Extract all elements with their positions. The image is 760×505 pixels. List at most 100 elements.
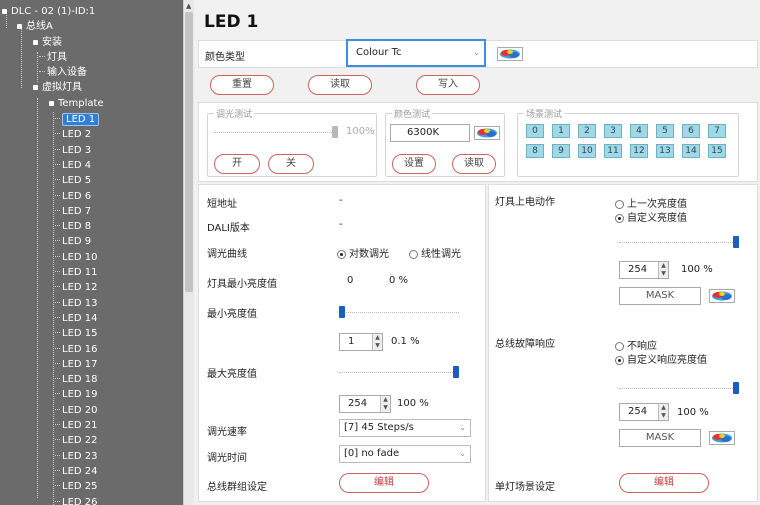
failure-mask-field[interactable]: MASK <box>619 429 701 447</box>
dim-on-button[interactable]: 开 <box>214 154 260 174</box>
power-custom-radio[interactable]: 自定义亮度值 <box>615 209 687 224</box>
scene-button[interactable]: 0 <box>526 124 544 138</box>
radio-icon <box>615 341 624 351</box>
write-button[interactable]: 写入 <box>416 75 480 95</box>
scene-button[interactable]: 12 <box>630 144 648 158</box>
tree-node-virtual[interactable]: 虚拟灯具 <box>33 80 82 95</box>
scene-button[interactable]: 11 <box>604 144 622 158</box>
color-wheel-icon[interactable] <box>709 289 735 303</box>
power-last-radio[interactable]: 上一次亮度值 <box>615 195 687 210</box>
tree-node-root[interactable]: DLC - 02 (1)-ID:1 <box>2 4 95 19</box>
read-button[interactable]: 读取 <box>308 75 372 95</box>
tree-item-led[interactable]: LED 12 <box>55 280 98 295</box>
min-level-slider[interactable] <box>339 306 345 318</box>
reset-button[interactable]: 重置 <box>210 75 274 95</box>
tree-item-led[interactable]: LED 9 <box>55 234 91 249</box>
tree-item-led[interactable]: LED 20 <box>55 403 98 418</box>
tree-item-led[interactable]: LED 16 <box>55 342 98 357</box>
tree-item-led[interactable]: LED 25 <box>55 479 98 494</box>
tree-item-led[interactable]: LED 18 <box>55 372 98 387</box>
scene-button[interactable]: 14 <box>682 144 700 158</box>
failure-none-radio[interactable]: 不响应 <box>615 337 657 352</box>
max-level-input[interactable]: 254 ▲ ▼ <box>339 395 391 413</box>
color-type-select[interactable]: Colour Tc ⌄ <box>346 39 486 67</box>
config-right: 灯具上电动作 上一次亮度值 自定义亮度值 254 ▲ ▼ 100 % MASK 总线… <box>488 184 758 502</box>
tree-item-led[interactable]: LED 13 <box>55 296 98 311</box>
tree-item-led[interactable]: LED 4 <box>55 158 91 173</box>
tree-item-led[interactable]: LED 10 <box>55 250 98 265</box>
device-tree[interactable]: DLC - 02 (1)-ID:1 总线A 安装 灯具 输入设备 虚拟灯具 Te… <box>0 0 183 505</box>
short-address-value: - <box>339 195 343 206</box>
scene-button[interactable]: 9 <box>552 144 570 158</box>
power-level-slider[interactable] <box>733 236 739 248</box>
color-wheel-icon[interactable] <box>474 126 500 140</box>
color-read-button[interactable]: 读取 <box>452 154 496 174</box>
spin-arrows-icon[interactable]: ▲ ▼ <box>658 404 668 420</box>
tree-item-led[interactable]: LED 15 <box>55 326 98 341</box>
scene-button[interactable]: 5 <box>656 124 674 138</box>
scrollbar-thumb[interactable] <box>185 12 193 292</box>
tree-item-led[interactable]: LED 22 <box>55 433 98 448</box>
tree-bullet-icon <box>17 23 22 29</box>
min-level-input[interactable]: 1 ▲ ▼ <box>339 333 383 351</box>
curve-linear-radio[interactable]: 线性调光 <box>409 245 461 260</box>
fade-rate-select[interactable]: [7] 45 Steps/s ⌄ <box>339 419 471 437</box>
scene-button[interactable]: 6 <box>682 124 700 138</box>
scene-button[interactable]: 13 <box>656 144 674 158</box>
color-wheel-icon[interactable] <box>709 431 735 445</box>
tree-item-led[interactable]: LED 17 <box>55 357 98 372</box>
tree-item-led[interactable]: LED 24 <box>55 464 98 479</box>
tree-item-led[interactable]: LED 23 <box>55 449 98 464</box>
tree-node-input[interactable]: 输入设备 <box>39 65 87 80</box>
dim-off-button[interactable]: 关 <box>268 154 314 174</box>
scene-button[interactable]: 7 <box>708 124 726 138</box>
max-level-slider[interactable] <box>453 366 459 378</box>
tree-item-led[interactable]: LED 2 <box>55 127 91 142</box>
failure-level-input[interactable]: 254 ▲ ▼ <box>619 403 669 421</box>
tree-node-fixture[interactable]: 灯具 <box>39 50 67 65</box>
tree-item-led[interactable]: LED 19 <box>55 387 98 402</box>
fade-time-select[interactable]: [0] no fade ⌄ <box>339 445 471 463</box>
scene-button[interactable]: 15 <box>708 144 726 158</box>
scroll-up-icon[interactable]: ▲ <box>186 2 191 10</box>
scene-button[interactable]: 8 <box>526 144 544 158</box>
scene-button[interactable]: 4 <box>630 124 648 138</box>
curve-log-radio[interactable]: 对数调光 <box>337 245 389 260</box>
power-mask-field[interactable]: MASK <box>619 287 701 305</box>
failure-level-slider[interactable] <box>733 382 739 394</box>
tree-node-install[interactable]: 安装 <box>33 35 62 50</box>
dim-test-percent: 100% <box>346 126 375 137</box>
tree-scrollbar[interactable]: ▲ <box>183 0 194 505</box>
chevron-down-icon: ⌄ <box>459 423 466 432</box>
spin-arrows-icon[interactable]: ▲ ▼ <box>658 262 668 278</box>
scene-button[interactable]: 10 <box>578 144 596 158</box>
scene-button[interactable]: 3 <box>604 124 622 138</box>
tree-item-led[interactable]: LED 3 <box>55 143 91 158</box>
power-level-input[interactable]: 254 ▲ ▼ <box>619 261 669 279</box>
spin-arrows-icon[interactable]: ▲ ▼ <box>380 396 390 412</box>
color-type-row: 颜色类型 Colour Tc ⌄ <box>198 39 758 68</box>
tree-item-led[interactable]: LED 26 <box>55 495 98 505</box>
tree-item-led[interactable]: LED 6 <box>55 189 91 204</box>
tree-node-bus[interactable]: 总线A <box>17 19 53 34</box>
tree-item-led[interactable]: LED 8 <box>55 219 91 234</box>
dim-test-slider[interactable] <box>332 126 338 138</box>
color-set-button[interactable]: 设置 <box>392 154 436 174</box>
scene-button[interactable]: 2 <box>578 124 596 138</box>
tree-item-led[interactable]: LED 14 <box>55 311 98 326</box>
scene-button[interactable]: 1 <box>552 124 570 138</box>
tree-item-led[interactable]: LED 5 <box>55 173 91 188</box>
tree-item-led[interactable]: LED 21 <box>55 418 98 433</box>
scene-edit-button[interactable]: 编辑 <box>619 473 709 493</box>
max-level-track <box>339 372 459 373</box>
tree-item-led[interactable]: LED 11 <box>55 265 98 280</box>
radio-selected-icon <box>337 249 346 259</box>
failure-custom-radio[interactable]: 自定义响应亮度值 <box>615 351 707 366</box>
tree-item-led[interactable]: LED 7 <box>55 204 91 219</box>
color-wheel-icon[interactable] <box>497 47 523 61</box>
tree-item-led[interactable]: LED 1 <box>55 112 100 127</box>
spin-arrows-icon[interactable]: ▲ ▼ <box>372 334 382 350</box>
tree-node-template[interactable]: Template <box>49 96 104 111</box>
group-edit-button[interactable]: 编辑 <box>339 473 429 493</box>
color-test-input[interactable]: 6300K <box>390 124 470 142</box>
